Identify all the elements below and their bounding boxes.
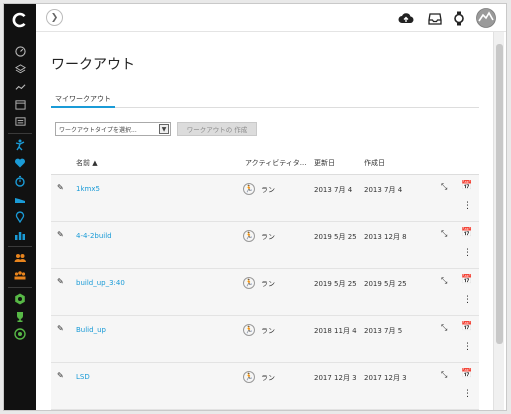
column-header-name[interactable]: 名前 ▲ bbox=[76, 158, 98, 168]
dashboard-icon[interactable] bbox=[4, 44, 36, 58]
updated-date: 2018 11月 4 bbox=[314, 327, 357, 335]
trend-icon[interactable] bbox=[4, 80, 36, 94]
scrollbar-thumb[interactable] bbox=[496, 44, 503, 344]
workout-type-select[interactable]: ワークアウトタイプを選択... ▼ bbox=[55, 122, 171, 136]
column-header-activity[interactable]: アクティビティタ... bbox=[245, 158, 307, 168]
running-icon: 🏃 bbox=[243, 277, 255, 289]
created-date: 2013 7月 4 bbox=[364, 186, 403, 194]
send-to-device-icon[interactable]: ⤡ bbox=[441, 182, 447, 192]
more-options-icon[interactable]: ⋮ bbox=[463, 342, 472, 352]
running-icon: 🏃 bbox=[243, 183, 255, 195]
sidebar-divider bbox=[8, 287, 32, 288]
news-icon[interactable] bbox=[4, 114, 36, 128]
tab-divider bbox=[51, 107, 479, 108]
target-icon[interactable] bbox=[4, 327, 36, 341]
workout-name-link[interactable]: build_up_3:40 bbox=[76, 279, 125, 287]
vertical-scrollbar[interactable] bbox=[493, 32, 504, 410]
activity-icon[interactable] bbox=[4, 138, 36, 152]
page-title: ワークアウト bbox=[51, 57, 135, 73]
trophy-icon[interactable] bbox=[4, 310, 36, 324]
column-header-created[interactable]: 作成日 bbox=[364, 158, 385, 168]
created-date: 2017 12月 3 bbox=[364, 374, 407, 382]
workout-name-link[interactable]: LSD bbox=[76, 373, 90, 381]
back-button[interactable]: ❯ bbox=[46, 9, 63, 26]
created-date: 2013 7月 5 bbox=[364, 327, 403, 335]
activity-type: ラン bbox=[261, 233, 275, 241]
updated-date: 2013 7月 4 bbox=[314, 186, 353, 194]
more-options-icon[interactable]: ⋮ bbox=[463, 201, 472, 211]
layers-icon[interactable] bbox=[4, 62, 36, 76]
workout-name-link[interactable]: 1kmx5 bbox=[76, 185, 100, 193]
schedule-calendar-icon[interactable]: 📅 bbox=[461, 322, 472, 332]
send-to-device-icon[interactable]: ⤡ bbox=[441, 323, 447, 333]
connections-icon[interactable] bbox=[4, 268, 36, 282]
table-row: ✎ Bulid_up 🏃 ラン 2018 11月 4 2013 7月 5 ⤡ 📅… bbox=[51, 316, 479, 363]
schedule-calendar-icon[interactable]: 📅 bbox=[461, 275, 472, 285]
send-to-device-icon[interactable]: ⤡ bbox=[441, 229, 447, 239]
inbox-icon[interactable] bbox=[427, 10, 443, 26]
workout-type-select-value: ワークアウトタイプを選択... bbox=[59, 127, 137, 134]
schedule-calendar-icon[interactable]: 📅 bbox=[461, 181, 472, 191]
shoe-icon[interactable] bbox=[4, 192, 36, 206]
schedule-calendar-icon[interactable]: 📅 bbox=[461, 369, 472, 379]
table-row: ✎ 4-4-2build 🏃 ラン 2019 5月 25 2013 12月 8 … bbox=[51, 222, 479, 269]
avatar[interactable] bbox=[476, 8, 496, 28]
schedule-calendar-icon[interactable]: 📅 bbox=[461, 228, 472, 238]
workout-name-link[interactable]: 4-4-2build bbox=[76, 232, 112, 240]
table-row: ✎ LSD 🏃 ラン 2017 12月 3 2017 12月 3 ⤡ 📅 ⋮ bbox=[51, 363, 479, 410]
create-workout-button[interactable]: ワークアウトの 作成 bbox=[177, 122, 257, 136]
workout-name-link[interactable]: Bulid_up bbox=[76, 326, 106, 334]
heart-icon[interactable] bbox=[4, 156, 36, 170]
table-row: ✎ build_up_3:40 🏃 ラン 2019 5月 25 2019 5月 … bbox=[51, 269, 479, 316]
chevron-down-icon: ▼ bbox=[159, 124, 169, 134]
badge-icon[interactable] bbox=[4, 292, 36, 306]
edit-pencil-icon[interactable]: ✎ bbox=[57, 324, 64, 333]
top-bar: ❯ bbox=[36, 4, 506, 32]
upload-cloud-icon[interactable] bbox=[398, 10, 414, 26]
column-header-updated[interactable]: 更新日 bbox=[314, 158, 335, 168]
more-options-icon[interactable]: ⋮ bbox=[463, 389, 472, 399]
running-icon: 🏃 bbox=[243, 230, 255, 242]
activity-type: ラン bbox=[261, 374, 275, 382]
main-content: ワークアウト マイワークアウト ワークアウトタイプを選択... ▼ ワークアウト… bbox=[36, 32, 493, 410]
running-icon: 🏃 bbox=[243, 324, 255, 336]
edit-pencil-icon[interactable]: ✎ bbox=[57, 277, 64, 286]
edit-pencil-icon[interactable]: ✎ bbox=[57, 183, 64, 192]
sidebar bbox=[4, 4, 36, 410]
more-options-icon[interactable]: ⋮ bbox=[463, 295, 472, 305]
sidebar-divider bbox=[8, 246, 32, 247]
more-options-icon[interactable]: ⋮ bbox=[463, 248, 472, 258]
table-row: ✎ 1kmx5 🏃 ラン 2013 7月 4 2013 7月 4 ⤡ 📅 ⋮ bbox=[51, 175, 479, 222]
created-date: 2019 5月 25 bbox=[364, 280, 407, 288]
activity-type: ラン bbox=[261, 327, 275, 335]
activity-type: ラン bbox=[261, 186, 275, 194]
activity-type: ラン bbox=[261, 280, 275, 288]
sidebar-divider bbox=[8, 133, 32, 134]
tab-my-workouts[interactable]: マイワークアウト bbox=[55, 94, 111, 104]
group-icon[interactable] bbox=[4, 251, 36, 265]
location-icon[interactable] bbox=[4, 210, 36, 224]
updated-date: 2019 5月 25 bbox=[314, 233, 357, 241]
updated-date: 2017 12月 3 bbox=[314, 374, 357, 382]
created-date: 2013 12月 8 bbox=[364, 233, 407, 241]
send-to-device-icon[interactable]: ⤡ bbox=[441, 276, 447, 286]
edit-pencil-icon[interactable]: ✎ bbox=[57, 230, 64, 239]
garmin-c-logo[interactable] bbox=[4, 10, 36, 30]
tab-active-indicator bbox=[51, 106, 115, 108]
updated-date: 2019 5月 25 bbox=[314, 280, 357, 288]
app-window: ❯ ワークアウト マイワークアウト ワークアウトタイプを選択... ▼ ワークア… bbox=[3, 3, 507, 411]
send-to-device-icon[interactable]: ⤡ bbox=[441, 370, 447, 380]
watch-icon[interactable] bbox=[451, 10, 467, 26]
bar-chart-icon[interactable] bbox=[4, 228, 36, 242]
timer-icon[interactable] bbox=[4, 174, 36, 188]
calendar-icon[interactable] bbox=[4, 97, 36, 111]
edit-pencil-icon[interactable]: ✎ bbox=[57, 371, 64, 380]
running-icon: 🏃 bbox=[243, 371, 255, 383]
